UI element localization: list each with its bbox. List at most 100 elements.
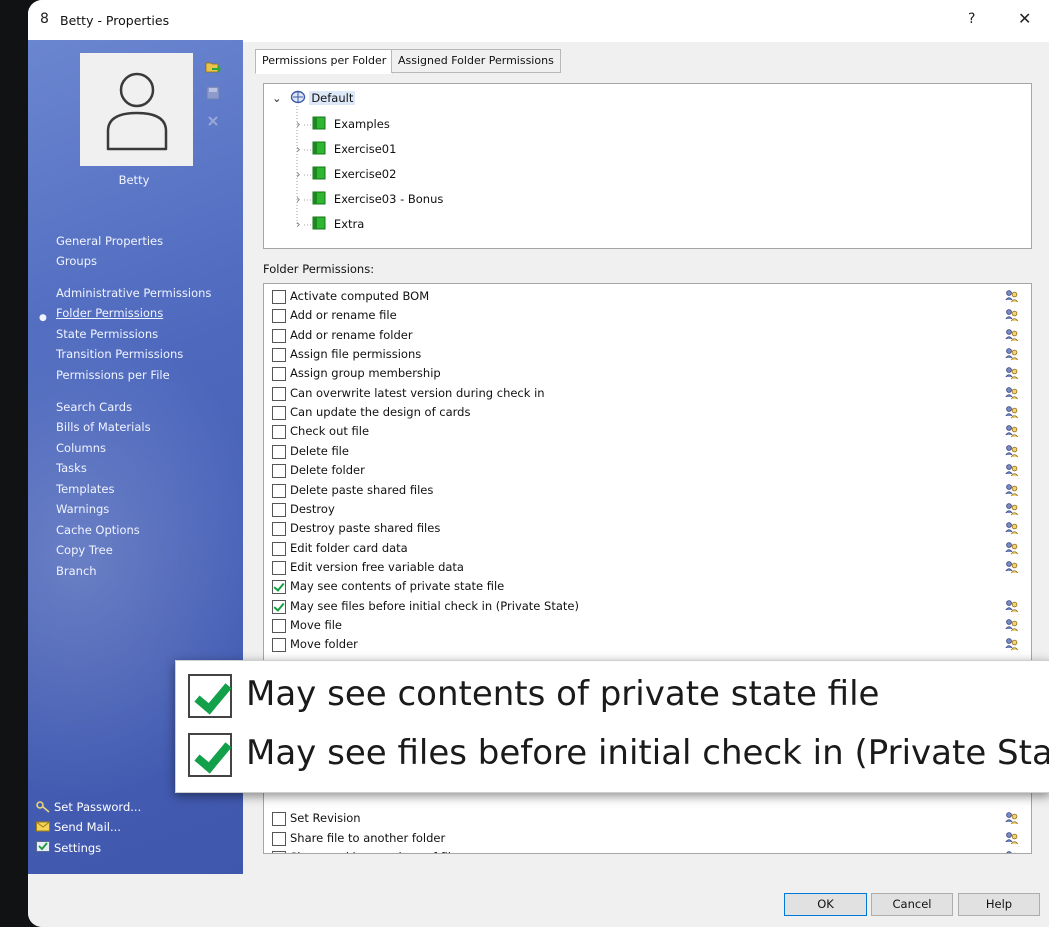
group-permission-icon[interactable] xyxy=(1005,347,1019,364)
tree-item[interactable]: › Examples xyxy=(296,116,390,131)
permission-row[interactable]: Move folder xyxy=(272,635,1027,654)
chevron-right-icon[interactable]: › xyxy=(296,192,301,206)
group-permission-icon[interactable] xyxy=(1005,386,1019,403)
checkbox[interactable] xyxy=(272,328,286,343)
settings-link[interactable]: Settings xyxy=(36,841,101,855)
checkbox-checked[interactable] xyxy=(272,599,286,614)
checkbox[interactable] xyxy=(272,812,286,827)
group-permission-icon[interactable] xyxy=(1005,289,1019,306)
group-permission-icon[interactable] xyxy=(1005,366,1019,383)
nav-permissions-per-file[interactable]: Permissions per File xyxy=(56,365,170,385)
permission-row[interactable]: Delete folder xyxy=(272,461,1027,480)
group-permission-icon[interactable] xyxy=(1005,502,1019,519)
group-permission-icon[interactable] xyxy=(1005,811,1019,828)
checkbox-checked[interactable] xyxy=(272,580,286,595)
group-permission-icon[interactable] xyxy=(1005,637,1019,654)
permission-row[interactable]: May see contents of private state file xyxy=(272,577,1027,596)
permission-row[interactable]: Assign group membership xyxy=(272,364,1027,383)
tab-permissions-per-folder[interactable]: Permissions per Folder xyxy=(255,49,394,74)
save-icon[interactable] xyxy=(205,85,221,101)
permission-row[interactable]: Edit folder card data xyxy=(272,539,1027,558)
nav-cache-options[interactable]: Cache Options xyxy=(56,520,140,540)
send-mail-link[interactable]: Send Mail... xyxy=(36,820,121,834)
nav-search-cards[interactable]: Search Cards xyxy=(56,397,132,417)
help-button[interactable]: Help xyxy=(958,893,1040,916)
nav-columns[interactable]: Columns xyxy=(56,438,106,458)
permission-row[interactable]: Add or rename folder xyxy=(272,326,1027,345)
group-permission-icon[interactable] xyxy=(1005,599,1019,616)
nav-general-properties[interactable]: General Properties xyxy=(56,231,163,251)
group-permission-icon[interactable] xyxy=(1005,308,1019,325)
permission-row[interactable]: Destroy paste shared files xyxy=(272,519,1027,538)
permission-row[interactable]: Show working versions of files xyxy=(272,848,1027,853)
permission-row[interactable]: Share file to another folder xyxy=(272,829,1027,848)
group-permission-icon[interactable] xyxy=(1005,483,1019,500)
tree-item[interactable]: › Exercise02 xyxy=(296,166,396,181)
nav-folder-permissions[interactable]: Folder Permissions xyxy=(56,303,163,323)
nav-branch[interactable]: Branch xyxy=(56,561,97,581)
group-permission-icon[interactable] xyxy=(1005,831,1019,848)
chevron-right-icon[interactable]: › xyxy=(296,217,301,231)
tab-assigned-folder-permissions[interactable]: Assigned Folder Permissions xyxy=(391,49,561,73)
nav-warnings[interactable]: Warnings xyxy=(56,499,109,519)
nav-groups[interactable]: Groups xyxy=(56,251,97,271)
nav-templates[interactable]: Templates xyxy=(56,479,114,499)
permission-row[interactable]: Delete file xyxy=(272,442,1027,461)
nav-state-permissions[interactable]: State Permissions xyxy=(56,324,158,344)
nav-transition-permissions[interactable]: Transition Permissions xyxy=(56,344,183,364)
checkbox[interactable] xyxy=(272,464,286,479)
chevron-right-icon[interactable]: › xyxy=(296,142,301,156)
checkbox[interactable] xyxy=(272,618,286,633)
permission-row[interactable]: May see files before initial check in (P… xyxy=(272,597,1027,616)
nav-copy-tree[interactable]: Copy Tree xyxy=(56,540,113,560)
permission-row[interactable]: Delete paste shared files xyxy=(272,481,1027,500)
group-permission-icon[interactable] xyxy=(1005,444,1019,461)
checkbox[interactable] xyxy=(272,851,286,853)
checkbox[interactable] xyxy=(272,367,286,382)
group-permission-icon[interactable] xyxy=(1005,541,1019,558)
nav-bills-of-materials[interactable]: Bills of Materials xyxy=(56,417,151,437)
checkbox[interactable] xyxy=(272,638,286,653)
delete-icon[interactable] xyxy=(205,113,221,129)
nav-tasks[interactable]: Tasks xyxy=(56,458,87,478)
tree-item[interactable]: › Exercise03 - Bonus xyxy=(296,191,443,206)
checkbox[interactable] xyxy=(272,831,286,846)
permission-row[interactable]: Set Revision xyxy=(272,809,1027,828)
help-icon[interactable]: ? xyxy=(968,11,975,27)
checkbox[interactable] xyxy=(272,560,286,575)
close-icon[interactable]: ✕ xyxy=(1018,9,1031,28)
checkbox[interactable] xyxy=(272,502,286,517)
chevron-down-icon[interactable]: ⌄ xyxy=(272,91,286,105)
ok-button[interactable]: OK xyxy=(784,893,867,916)
group-permission-icon[interactable] xyxy=(1005,328,1019,345)
permission-row[interactable]: Assign file permissions xyxy=(272,345,1027,364)
checkbox[interactable] xyxy=(272,541,286,556)
group-permission-icon[interactable] xyxy=(1005,405,1019,422)
permission-row[interactable]: Destroy xyxy=(272,500,1027,519)
cancel-button[interactable]: Cancel xyxy=(871,893,953,916)
group-permission-icon[interactable] xyxy=(1005,560,1019,577)
checkbox[interactable] xyxy=(272,406,286,421)
permission-row[interactable]: Move file xyxy=(272,616,1027,635)
tree-root[interactable]: ⌄ Default xyxy=(272,90,356,105)
checkbox[interactable] xyxy=(272,522,286,537)
permission-row[interactable]: Can overwrite latest version during chec… xyxy=(272,384,1027,403)
checkbox[interactable] xyxy=(272,309,286,324)
permission-row[interactable]: Activate computed BOM xyxy=(272,287,1027,306)
permission-row[interactable]: Edit version free variable data xyxy=(272,558,1027,577)
tree-item[interactable]: › Extra xyxy=(296,216,364,231)
permission-row[interactable]: Add or rename file xyxy=(272,306,1027,325)
tree-item[interactable]: › Exercise01 xyxy=(296,141,396,156)
open-folder-icon[interactable] xyxy=(205,59,221,75)
group-permission-icon[interactable] xyxy=(1005,463,1019,480)
checkbox[interactable] xyxy=(272,290,286,304)
checkbox[interactable] xyxy=(272,386,286,401)
group-permission-icon[interactable] xyxy=(1005,850,1019,853)
permission-row[interactable]: Check out file xyxy=(272,422,1027,441)
checkbox[interactable] xyxy=(272,444,286,459)
chevron-right-icon[interactable]: › xyxy=(296,167,301,181)
set-password-link[interactable]: Set Password... xyxy=(36,800,141,814)
permission-row[interactable]: Can update the design of cards xyxy=(272,403,1027,422)
group-permission-icon[interactable] xyxy=(1005,424,1019,441)
checkbox[interactable] xyxy=(272,425,286,440)
